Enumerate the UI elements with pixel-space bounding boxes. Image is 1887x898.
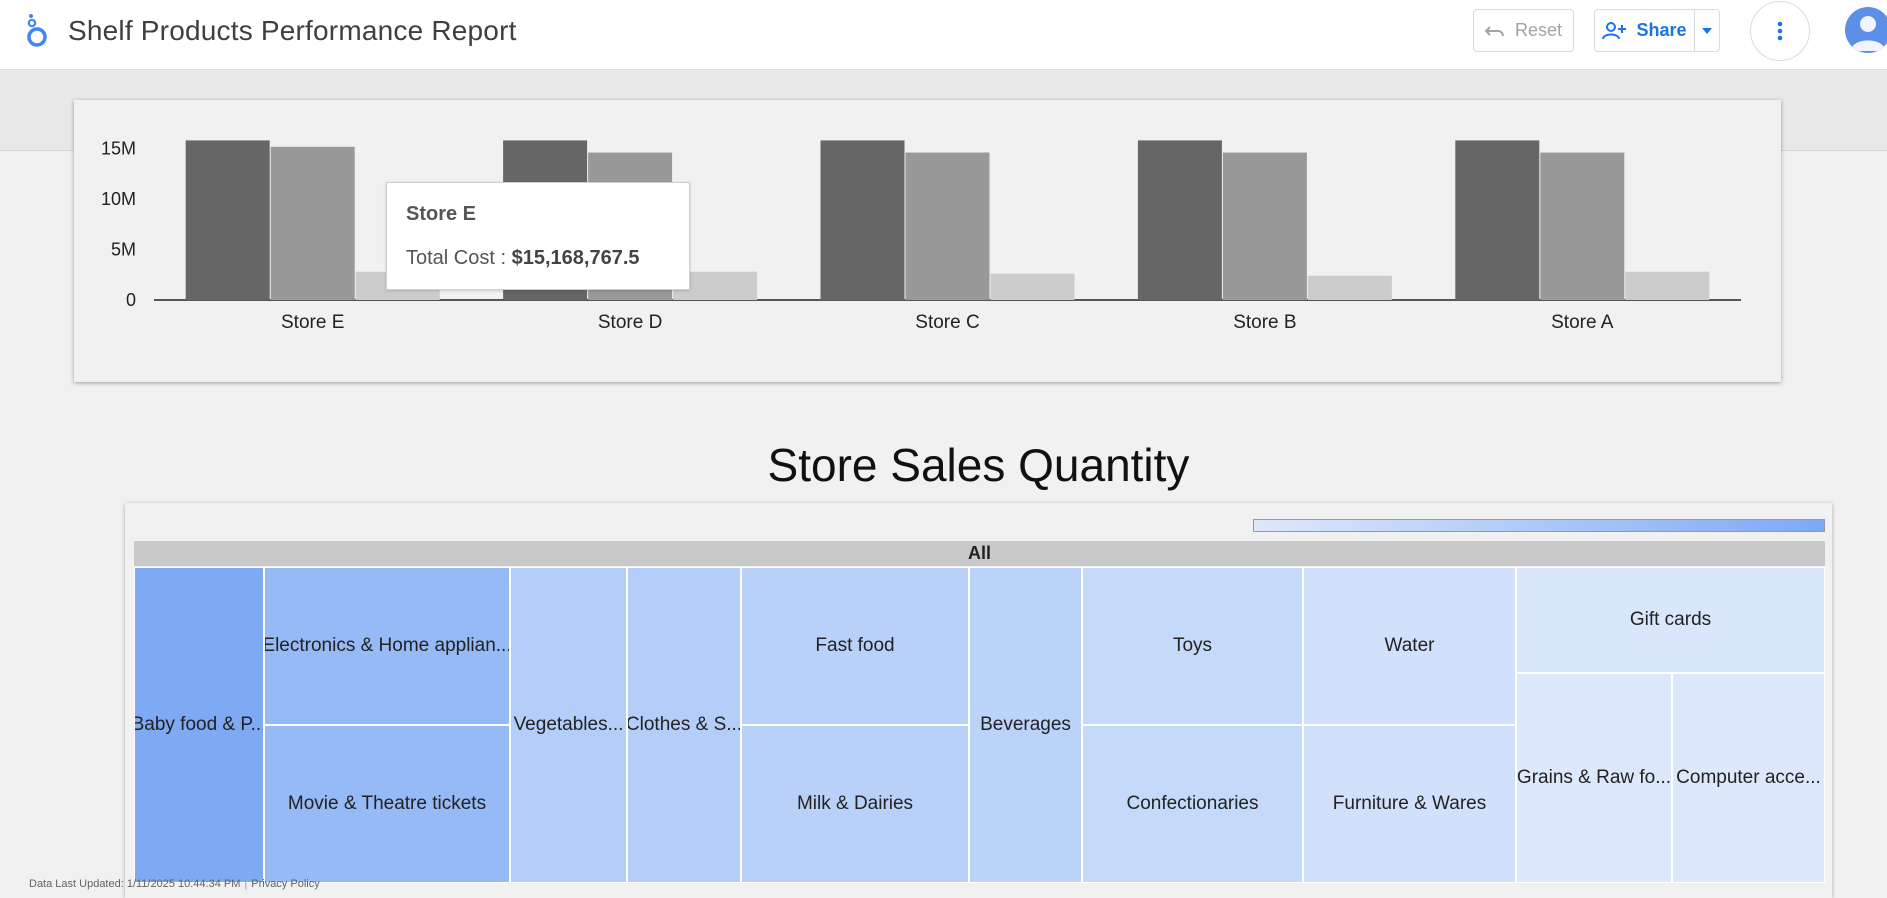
y-tick-label: 5M: [111, 240, 136, 260]
tooltip-value: $15,168,767.5: [511, 247, 640, 269]
bar-store-a-series-3[interactable]: [1625, 271, 1710, 300]
treemap-cell-water[interactable]: Water: [1303, 567, 1516, 725]
reset-button[interactable]: Reset: [1473, 9, 1574, 52]
add-person-icon: [1602, 21, 1627, 39]
account-avatar[interactable]: [1845, 7, 1887, 53]
bar-store-c-series-2[interactable]: [905, 152, 990, 300]
treemap-cell-fast-food[interactable]: Fast food: [741, 567, 969, 725]
share-label: Share: [1636, 20, 1687, 40]
tooltip-line: Total Cost : $15,168,767.5: [406, 247, 670, 270]
treemap-cell-computer-accessories[interactable]: Computer acce...: [1672, 673, 1825, 883]
treemap-cell-milk-dairies[interactable]: Milk & Dairies: [741, 725, 969, 883]
bar-store-c-series-3[interactable]: [990, 273, 1075, 300]
footer: Data Last Updated: 1/11/2025 10:44:34 PM…: [29, 878, 320, 890]
bar-store-b-series-2[interactable]: [1222, 152, 1307, 300]
privacy-policy-link[interactable]: Privacy Policy: [251, 878, 319, 890]
bar-store-a-series-1[interactable]: [1455, 140, 1540, 300]
chart-tooltip: Store E Total Cost : $15,168,767.5: [386, 182, 690, 290]
treemap-cell-vegetables[interactable]: Vegetables...: [510, 567, 627, 883]
treemap-cell-furniture[interactable]: Furniture & Wares: [1303, 725, 1516, 883]
x-tick-label: Store C: [915, 312, 979, 333]
more-vertical-icon: [1777, 21, 1783, 41]
share-button[interactable]: Share: [1594, 9, 1720, 52]
color-scale-bar: [1253, 519, 1825, 532]
bar-store-c-series-1[interactable]: [820, 140, 905, 300]
top-bar: Shelf Products Performance Report Reset …: [0, 0, 1887, 70]
undo-icon: [1484, 25, 1504, 36]
caret-down-icon: [1702, 27, 1712, 34]
treemap-cell-clothes[interactable]: Clothes & S...: [627, 567, 741, 883]
treemap-cell-grains[interactable]: Grains & Raw fo...: [1516, 673, 1672, 883]
bar-store-b-series-1[interactable]: [1137, 140, 1222, 300]
y-tick-label: 10M: [101, 189, 136, 209]
user-icon: [1851, 16, 1885, 51]
share-dropdown[interactable]: [1695, 10, 1719, 51]
treemap-cell-confectionaries[interactable]: Confectionaries: [1082, 725, 1303, 883]
more-options-button[interactable]: [1750, 1, 1810, 61]
bar-store-e-series-2[interactable]: [270, 146, 355, 300]
footer-separator: |: [244, 878, 248, 890]
treemap-cell-gift-cards[interactable]: Gift cards: [1516, 567, 1825, 673]
store-bar-chart: 0 5M 10M 15M Store E Store D Store C Store B Sto…: [101, 139, 1741, 333]
x-tick-label: Store A: [1551, 312, 1614, 333]
report-title: Shelf Products Performance Report: [68, 15, 517, 46]
treemap-cell-electronics[interactable]: Electronics & Home applian...: [264, 567, 510, 725]
treemap-cell-movie-tickets[interactable]: Movie & Theatre tickets: [264, 725, 510, 883]
treemap-cell-baby-food[interactable]: Baby food & P...: [134, 567, 264, 883]
data-last-updated: Data Last Updated: 1/11/2025 10:44:34 PM: [29, 878, 241, 890]
x-tick-label: Store B: [1233, 312, 1296, 333]
x-tick-label: Store E: [281, 312, 344, 333]
share-main[interactable]: Share: [1595, 10, 1695, 51]
tooltip-title: Store E: [406, 203, 477, 225]
tooltip-label: Total Cost :: [406, 247, 512, 269]
bar-store-e-series-1[interactable]: [185, 140, 270, 300]
reset-label: Reset: [1514, 20, 1563, 40]
x-tick-label: Store D: [598, 312, 662, 333]
treemap-cell-toys[interactable]: Toys: [1082, 567, 1303, 725]
bar-store-a-series-2[interactable]: [1540, 152, 1625, 300]
store-cost-chart-card: 0 5M 10M 15M Store E Store D Store C Store B Sto…: [74, 100, 1781, 382]
treemap-cell-beverages[interactable]: Beverages: [969, 567, 1082, 883]
bar-store-b-series-3[interactable]: [1307, 275, 1392, 300]
looker-studio-logo-icon: [27, 14, 47, 47]
y-tick-label: 0: [126, 290, 136, 310]
treemap-title: Store Sales Quantity: [767, 439, 1190, 491]
y-tick-label: 15M: [101, 139, 136, 159]
treemap-root-header[interactable]: All: [134, 541, 1825, 566]
